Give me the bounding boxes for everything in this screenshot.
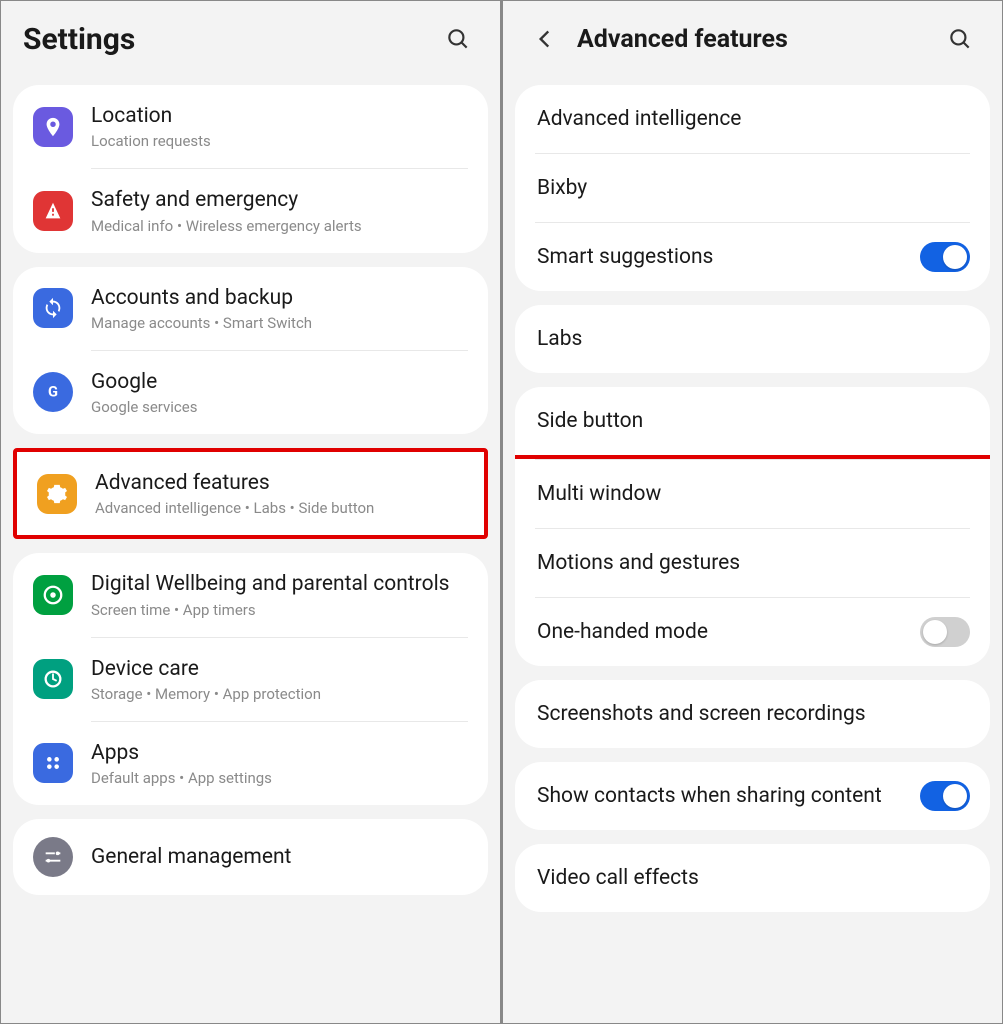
settings-item-body: Digital Wellbeing and parental controls … — [91, 571, 468, 618]
item-title: Multi window — [537, 481, 970, 507]
sliders-icon — [33, 837, 73, 877]
settings-group: Screenshots and screen recordings — [515, 680, 990, 748]
location-icon — [33, 107, 73, 147]
item-title: Side button — [537, 408, 970, 434]
settings-item-title: Google — [91, 369, 468, 395]
item-smart-suggestions[interactable]: Smart suggestions — [515, 223, 990, 291]
settings-item-subtitle: Storage • Memory • App protection — [91, 685, 468, 703]
search-button[interactable] — [940, 19, 980, 59]
settings-group: Accounts and backup Manage accounts • Sm… — [13, 267, 488, 435]
settings-panel: Settings Location Location requests — [1, 1, 501, 1023]
google-icon: G — [33, 372, 73, 412]
settings-header: Settings — [1, 1, 500, 71]
settings-group: Digital Wellbeing and parental controls … — [13, 553, 488, 805]
settings-item-title: Device care — [91, 656, 468, 682]
item-title: Show contacts when sharing content — [537, 783, 902, 809]
settings-item-device-care[interactable]: Device care Storage • Memory • App prote… — [13, 638, 488, 721]
settings-item-advanced-features[interactable]: Advanced features Advanced intelligence … — [17, 452, 484, 535]
settings-item-subtitle: Default apps • App settings — [91, 769, 468, 787]
settings-list[interactable]: Location Location requests Safety and em… — [1, 71, 500, 1023]
back-button[interactable] — [525, 19, 565, 59]
one-handed-toggle[interactable] — [920, 617, 970, 647]
settings-item-body: Accounts and backup Manage accounts • Sm… — [91, 285, 468, 332]
settings-item-general-management[interactable]: General management — [13, 819, 488, 895]
item-title: Labs — [537, 326, 970, 352]
chevron-left-icon — [532, 26, 558, 52]
device-care-icon — [33, 659, 73, 699]
item-title: Motions and gestures — [537, 550, 970, 576]
search-icon — [445, 26, 471, 52]
settings-item-subtitle: Manage accounts • Smart Switch — [91, 314, 468, 332]
advanced-features-list[interactable]: Advanced intelligence Bixby Smart sugges… — [503, 71, 1002, 1023]
show-contacts-toggle[interactable] — [920, 781, 970, 811]
settings-item-subtitle: Location requests — [91, 132, 468, 150]
sync-icon — [33, 288, 73, 328]
item-title: Screenshots and screen recordings — [537, 701, 970, 727]
settings-group: Video call effects — [515, 844, 990, 912]
settings-item-title: Advanced features — [95, 470, 464, 496]
item-labs[interactable]: Labs — [515, 305, 990, 373]
settings-item-title: Location — [91, 103, 468, 129]
settings-group: Labs — [515, 305, 990, 373]
item-advanced-intelligence[interactable]: Advanced intelligence — [515, 85, 990, 153]
settings-item-title: Safety and emergency — [91, 187, 468, 213]
settings-group: Show contacts when sharing content — [515, 762, 990, 830]
settings-item-subtitle: Google services — [91, 398, 468, 416]
item-video-call-effects[interactable]: Video call effects — [515, 844, 990, 912]
item-screenshots[interactable]: Screenshots and screen recordings — [515, 680, 990, 748]
settings-item-apps[interactable]: Apps Default apps • App settings — [13, 722, 488, 805]
item-title: Smart suggestions — [537, 244, 902, 270]
item-multi-window[interactable]: Multi window — [515, 460, 990, 528]
item-title: Bixby — [537, 175, 970, 201]
apps-icon — [33, 743, 73, 783]
smart-suggestions-toggle[interactable] — [920, 242, 970, 272]
settings-item-body: Safety and emergency Medical info • Wire… — [91, 187, 468, 234]
settings-item-title: General management — [91, 844, 468, 870]
settings-group: Location Location requests Safety and em… — [13, 85, 488, 253]
search-button[interactable] — [438, 19, 478, 59]
settings-item-body: General management — [91, 844, 468, 870]
settings-item-body: Location Location requests — [91, 103, 468, 150]
page-title: Settings — [23, 22, 426, 57]
item-title: One-handed mode — [537, 619, 902, 645]
settings-item-subtitle: Advanced intelligence • Labs • Side butt… — [95, 499, 464, 517]
item-title: Video call effects — [537, 865, 970, 891]
search-icon — [947, 26, 973, 52]
item-side-button[interactable]: Side button — [515, 387, 990, 455]
settings-item-title: Accounts and backup — [91, 285, 468, 311]
advanced-features-panel: Advanced features Advanced intelligence … — [503, 1, 1002, 1023]
advanced-features-header: Advanced features — [503, 1, 1002, 71]
settings-item-body: Advanced features Advanced intelligence … — [95, 470, 464, 517]
item-show-contacts[interactable]: Show contacts when sharing content — [515, 762, 990, 830]
settings-item-accounts[interactable]: Accounts and backup Manage accounts • Sm… — [13, 267, 488, 350]
settings-item-location[interactable]: Location Location requests — [13, 85, 488, 168]
settings-item-title: Apps — [91, 740, 468, 766]
svg-text:G: G — [48, 383, 58, 401]
item-one-handed-mode[interactable]: One-handed mode — [515, 598, 990, 666]
page-title: Advanced features — [577, 25, 928, 54]
item-motions-gestures[interactable]: Motions and gestures — [515, 529, 990, 597]
settings-item-body: Device care Storage • Memory • App prote… — [91, 656, 468, 703]
settings-item-wellbeing[interactable]: Digital Wellbeing and parental controls … — [13, 553, 488, 636]
settings-item-body: Apps Default apps • App settings — [91, 740, 468, 787]
settings-item-body: Google Google services — [91, 369, 468, 416]
settings-item-google[interactable]: G Google Google services — [13, 351, 488, 434]
settings-item-title: Digital Wellbeing and parental controls — [91, 571, 468, 597]
settings-group: General management — [13, 819, 488, 895]
settings-item-subtitle: Medical info • Wireless emergency alerts — [91, 217, 468, 235]
item-title: Advanced intelligence — [537, 106, 970, 132]
settings-item-safety[interactable]: Safety and emergency Medical info • Wire… — [13, 169, 488, 252]
settings-group: Advanced intelligence Bixby Smart sugges… — [515, 85, 990, 291]
gear-icon — [37, 474, 77, 514]
settings-group-highlighted: Advanced features Advanced intelligence … — [13, 448, 488, 539]
alert-icon — [33, 191, 73, 231]
item-bixby[interactable]: Bixby — [515, 154, 990, 222]
wellbeing-icon — [33, 575, 73, 615]
settings-item-subtitle: Screen time • App timers — [91, 601, 468, 619]
settings-group: Side button Multi window Motions and ges… — [515, 387, 990, 666]
